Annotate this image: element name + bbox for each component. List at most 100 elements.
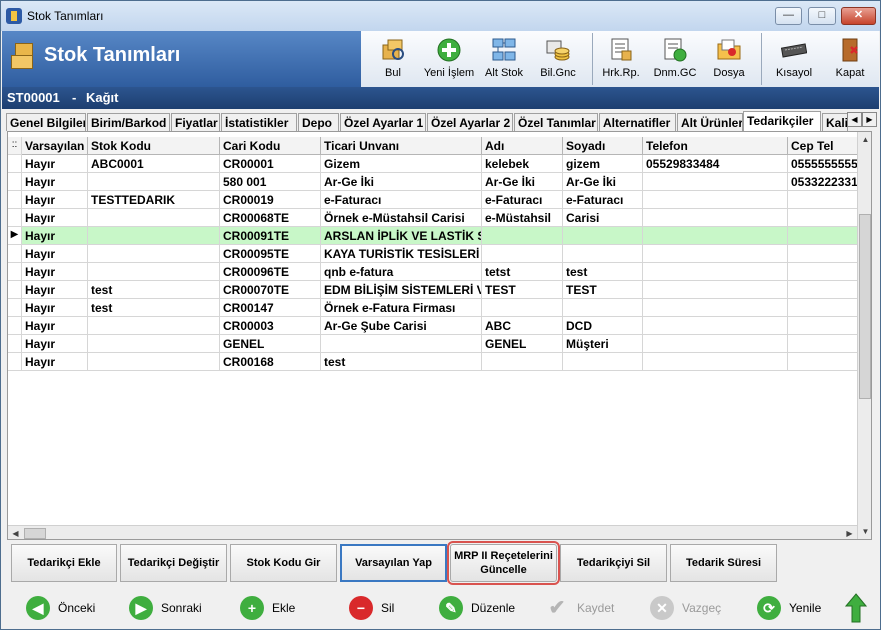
cell-trade-name[interactable]: EDM BİLİŞİM SİSTEMLERİ VE [321, 281, 482, 299]
cell-stock-code[interactable] [88, 353, 220, 371]
cell-first-name[interactable] [482, 227, 563, 245]
cell-trade-name[interactable]: Örnek e-Müstahsil Carisi [321, 209, 482, 227]
cell-last-name[interactable]: e-Faturacı [563, 191, 643, 209]
tab-scroll-right-button[interactable]: ▶ [862, 112, 877, 127]
period-gc-button[interactable]: Dnm.GC [649, 31, 701, 87]
cell-first-name[interactable]: e-Faturacı [482, 191, 563, 209]
delete-button[interactable]: − Sil [349, 590, 394, 626]
shortcut-button[interactable]: Kısayol [767, 31, 821, 87]
cell-account-code[interactable]: CR00091TE [220, 227, 321, 245]
column-header-mobile-phone[interactable]: Cep Tel [788, 137, 858, 155]
cell-phone[interactable] [643, 353, 788, 371]
grid-horizontal-scrollbar[interactable]: ◀ ▶ [8, 525, 857, 539]
tab-statistics[interactable]: İstatistikler [221, 113, 297, 131]
table-row[interactable]: Hayır CR00003 Ar-Ge Şube Carisi ABC DCD [8, 317, 858, 335]
enter-stock-code-button[interactable]: Stok Kodu Gir [230, 544, 337, 582]
cell-account-code[interactable]: CR00070TE [220, 281, 321, 299]
tab-suppliers[interactable]: Tedarikçiler [743, 111, 821, 132]
suppliers-grid[interactable]: :: Varsayılan Stok Kodu Cari Kodu Ticari… [7, 131, 872, 540]
cell-default[interactable]: Hayır [22, 263, 88, 281]
change-supplier-button[interactable]: Tedarikçi Değiştir [120, 544, 227, 582]
cell-default[interactable]: Hayır [22, 317, 88, 335]
cell-account-code[interactable]: CR00068TE [220, 209, 321, 227]
column-header-account-code[interactable]: Cari Kodu [220, 137, 321, 155]
scroll-up-icon[interactable]: ▲ [858, 132, 871, 147]
cell-phone[interactable] [643, 299, 788, 317]
cell-phone[interactable] [643, 335, 788, 353]
cell-last-name[interactable] [563, 227, 643, 245]
cell-phone[interactable] [643, 281, 788, 299]
cell-default[interactable]: Hayır [22, 209, 88, 227]
cell-last-name[interactable]: Ar-Ge İki [563, 173, 643, 191]
cell-account-code[interactable]: CR00095TE [220, 245, 321, 263]
cell-default[interactable]: Hayır [22, 281, 88, 299]
minimize-button[interactable]: — [775, 7, 802, 25]
next-button[interactable]: ▶ Sonraki [129, 590, 202, 626]
table-row[interactable]: Hayır test CR00147 Örnek e-Fatura Firması [8, 299, 858, 317]
column-header-phone[interactable]: Telefon [643, 137, 788, 155]
scroll-thumb[interactable] [859, 214, 871, 399]
cell-account-code[interactable]: CR00019 [220, 191, 321, 209]
cell-account-code[interactable]: GENEL [220, 335, 321, 353]
cell-phone[interactable] [643, 317, 788, 335]
title-bar[interactable]: Stok Tanımları — □ ✕ [1, 1, 880, 31]
cell-last-name[interactable] [563, 245, 643, 263]
close-button[interactable]: Kapat [825, 31, 875, 87]
cell-first-name[interactable]: GENEL [482, 335, 563, 353]
cancel-button[interactable]: ✕ Vazgeç [650, 590, 721, 626]
delete-supplier-button[interactable]: Tedarikçiyi Sil [560, 544, 667, 582]
maximize-button[interactable]: □ [808, 7, 836, 25]
tab-sub-products[interactable]: Alt Ürünler [677, 113, 743, 131]
tab-prices[interactable]: Fiyatlar [171, 113, 220, 131]
table-row[interactable]: Hayır 580 001 Ar-Ge İki Ar-Ge İki Ar-Ge İki 0… [8, 173, 858, 191]
cell-default[interactable]: Hayır [22, 191, 88, 209]
cell-mobile-phone[interactable] [788, 299, 858, 317]
cell-mobile-phone[interactable] [788, 209, 858, 227]
table-row[interactable]: Hayır CR00095TE KAYA TURİSTİK TESİSLERİ T [8, 245, 858, 263]
cell-account-code[interactable]: 580 001 [220, 173, 321, 191]
cell-first-name[interactable]: tetst [482, 263, 563, 281]
cell-stock-code[interactable] [88, 173, 220, 191]
movement-report-button[interactable]: Hrk.Rp. [597, 31, 645, 87]
cell-default[interactable]: Hayır [22, 227, 88, 245]
cell-stock-code[interactable] [88, 209, 220, 227]
previous-button[interactable]: ◀ Önceki [26, 590, 95, 626]
cell-last-name[interactable]: Müşteri [563, 335, 643, 353]
column-header-first-name[interactable]: Adı [482, 137, 563, 155]
cell-stock-code[interactable] [88, 317, 220, 335]
cell-first-name[interactable] [482, 245, 563, 263]
cell-mobile-phone[interactable] [788, 245, 858, 263]
update-mrp-recipes-button[interactable]: MRP II Reçetelerini Güncelle [447, 541, 560, 585]
cell-mobile-phone[interactable] [788, 317, 858, 335]
scroll-down-icon[interactable]: ▼ [858, 524, 871, 539]
cell-default[interactable]: Hayır [22, 299, 88, 317]
cell-trade-name[interactable]: KAYA TURİSTİK TESİSLERİ T [321, 245, 482, 263]
column-header-last-name[interactable]: Soyadı [563, 137, 643, 155]
cell-mobile-phone[interactable] [788, 227, 858, 245]
cell-default[interactable]: Hayır [22, 155, 88, 173]
cell-mobile-phone[interactable] [788, 281, 858, 299]
file-button[interactable]: Dosya [705, 31, 753, 87]
tab-custom-definitions[interactable]: Özel Tanımlar [514, 113, 598, 131]
cell-account-code[interactable]: CR00096TE [220, 263, 321, 281]
cell-last-name[interactable]: Carisi [563, 209, 643, 227]
cell-first-name[interactable]: TEST [482, 281, 563, 299]
set-default-button[interactable]: Varsayılan Yap [340, 544, 447, 582]
cell-first-name[interactable]: kelebek [482, 155, 563, 173]
cell-trade-name[interactable]: Ar-Ge Şube Carisi [321, 317, 482, 335]
cell-last-name[interactable]: test [563, 263, 643, 281]
cell-trade-name[interactable]: qnb e-fatura [321, 263, 482, 281]
table-row[interactable]: Hayır CR00096TE qnb e-fatura tetst test [8, 263, 858, 281]
cell-mobile-phone[interactable] [788, 353, 858, 371]
cell-stock-code[interactable]: ABC0001 [88, 155, 220, 173]
cell-trade-name[interactable]: Örnek e-Fatura Firması [321, 299, 482, 317]
close-window-button[interactable]: ✕ [841, 7, 876, 25]
tab-custom-settings-2[interactable]: Özel Ayarlar 2 [427, 113, 513, 131]
add-supplier-button[interactable]: Tedarikçi Ekle [11, 544, 117, 582]
cell-phone[interactable] [643, 227, 788, 245]
sub-stock-button[interactable]: Alt Stok [479, 31, 529, 87]
tab-depot[interactable]: Depo [298, 113, 339, 131]
cell-account-code[interactable]: CR00001 [220, 155, 321, 173]
table-row[interactable]: Hayır test CR00070TE EDM BİLİŞİM SİSTEMLERİ… [8, 281, 858, 299]
tab-custom-settings-1[interactable]: Özel Ayarlar 1 [340, 113, 426, 131]
